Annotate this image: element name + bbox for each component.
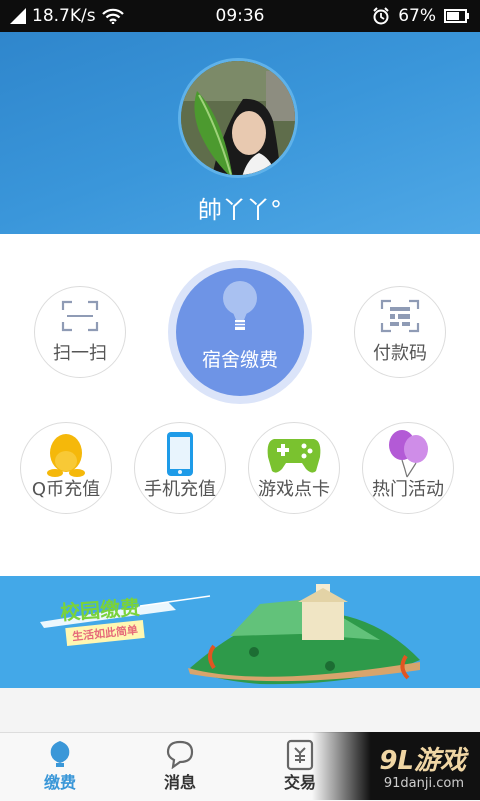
phone-icon: [167, 432, 193, 476]
avatar-photo: [181, 61, 295, 175]
battery-percent: 67%: [398, 6, 436, 26]
username: 帥丫丫°: [198, 196, 282, 224]
phone-recharge-button[interactable]: 手机充值: [134, 422, 226, 514]
watermark-logo: 9L游戏: [379, 746, 466, 776]
game-card-button[interactable]: 游戏点卡: [248, 422, 340, 514]
game-card-label: 游戏点卡: [258, 479, 330, 500]
status-bar: 18.7K/s 09:36 67%: [0, 0, 480, 32]
pay-code-icon: [380, 299, 420, 333]
pay-code-button[interactable]: 付款码: [354, 286, 446, 378]
trade-icon: [286, 739, 314, 771]
avatar[interactable]: [178, 58, 298, 178]
watermark: 9L游戏 91danji.com: [312, 732, 480, 800]
promo-banner[interactable]: 校园缴费 生活如此简单: [0, 576, 480, 688]
tab-pay[interactable]: 缴费: [0, 733, 120, 801]
scan-button[interactable]: 扫一扫: [34, 286, 126, 378]
scan-label: 扫一扫: [53, 343, 107, 364]
qcoin-button[interactable]: Q币充值: [20, 422, 112, 514]
tab-messages-label: 消息: [163, 773, 196, 792]
events-button[interactable]: 热门活动: [362, 422, 454, 514]
tab-pay-label: 缴费: [43, 773, 76, 792]
balloons-icon: [389, 430, 428, 478]
qcoin-label: Q币充值: [31, 479, 101, 500]
services-panel: 扫一扫 宿舍缴费 付款码 Q币充值 手机充值 游戏点卡 热门活动: [0, 234, 480, 576]
pay-tab-icon: [50, 741, 70, 767]
dorm-pay-button[interactable]: 宿舍缴费: [176, 268, 304, 396]
lightbulb-icon: [223, 281, 257, 330]
profile-header: 帥丫丫°: [0, 32, 480, 234]
phone-recharge-label: 手机充值: [144, 479, 216, 500]
pay-code-label: 付款码: [373, 343, 427, 364]
gamepad-icon: [267, 439, 321, 473]
alarm-icon: [373, 7, 389, 25]
battery-icon: [444, 9, 469, 23]
chat-bubble-icon: [166, 740, 194, 769]
watermark-site: 91danji.com: [383, 776, 464, 791]
tab-messages[interactable]: 消息: [120, 733, 240, 801]
scan-icon: [61, 300, 99, 332]
events-label: 热门活动: [372, 479, 444, 500]
qq-penguin-icon: [47, 434, 85, 477]
dorm-pay-label: 宿舍缴费: [201, 349, 278, 371]
